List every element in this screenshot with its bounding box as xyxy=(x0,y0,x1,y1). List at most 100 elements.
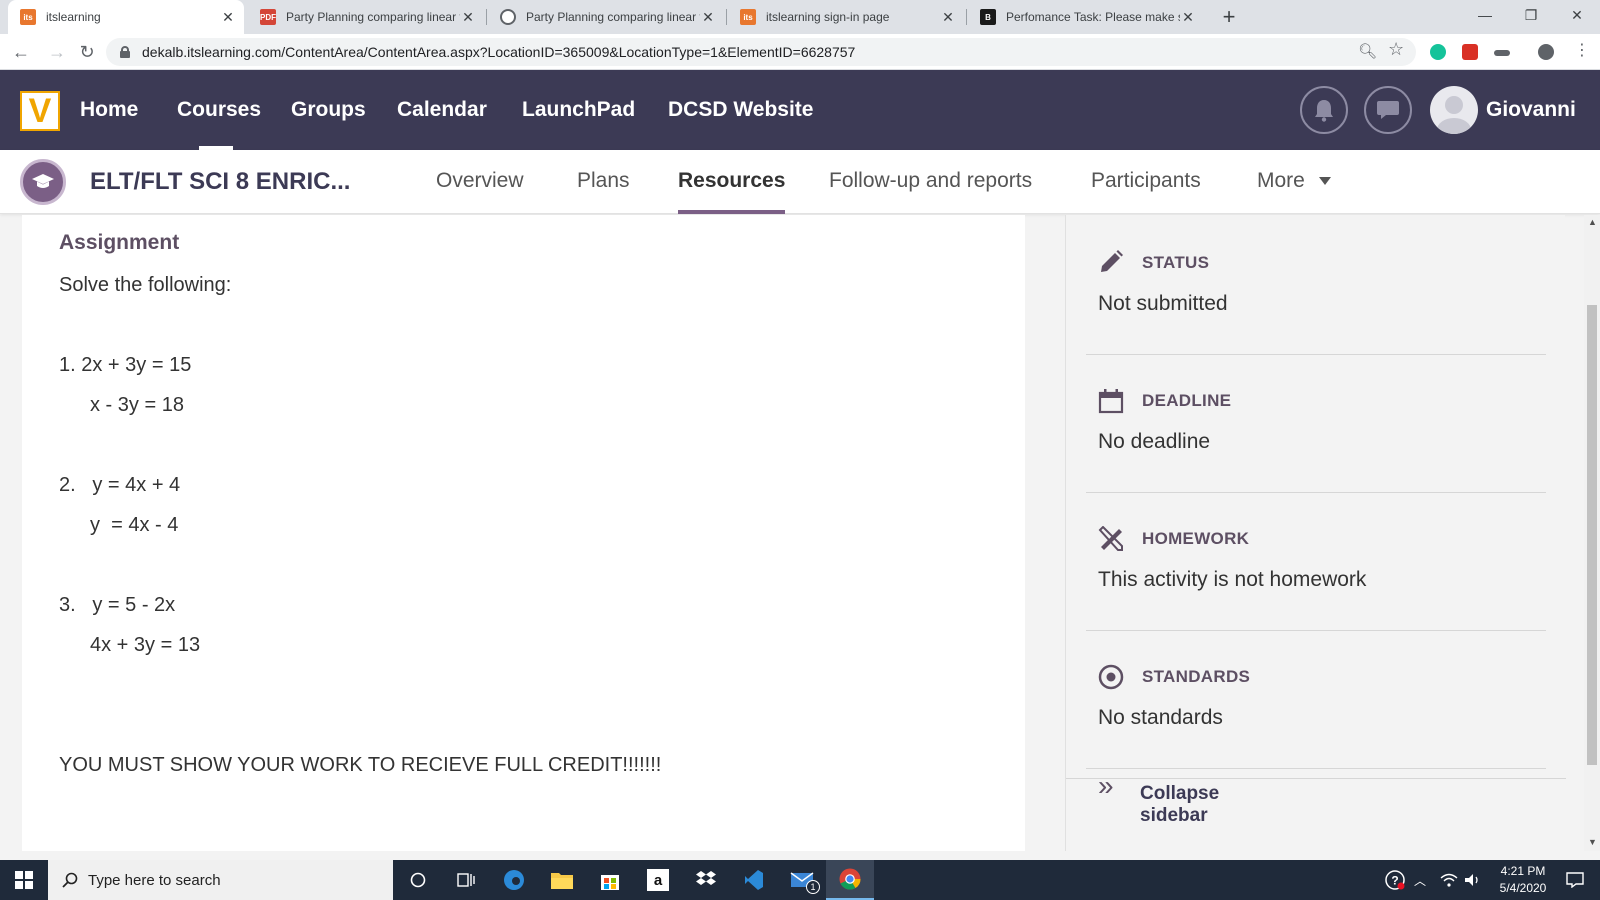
nav-calendar[interactable]: Calendar xyxy=(397,70,487,150)
nav-groups[interactable]: Groups xyxy=(291,70,366,150)
tab-plans[interactable]: Plans xyxy=(577,150,630,214)
minimize-button[interactable]: — xyxy=(1462,0,1508,30)
nav-home[interactable]: Home xyxy=(80,70,138,150)
course-icon[interactable] xyxy=(20,159,66,205)
close-icon[interactable]: ✕ xyxy=(220,9,236,26)
microsoft-store-icon[interactable] xyxy=(586,860,634,900)
notifications-button[interactable] xyxy=(1300,86,1348,134)
svg-text:a: a xyxy=(654,872,663,889)
nav-dcsd-website[interactable]: DCSD Website xyxy=(668,70,813,150)
edge-logo-icon xyxy=(504,870,524,890)
course-title[interactable]: ELT/FLT SCI 8 ENRIC... xyxy=(90,150,350,214)
new-tab-button[interactable]: + xyxy=(1216,4,1242,30)
scrollbar-thumb[interactable] xyxy=(1587,305,1597,765)
back-button[interactable]: ← xyxy=(8,39,34,65)
amazon-logo-icon: a xyxy=(647,869,669,891)
tab-title: Party Planning comparing linear f xyxy=(526,10,700,24)
close-icon[interactable]: ✕ xyxy=(940,9,956,26)
start-button[interactable] xyxy=(0,860,48,900)
nav-courses[interactable]: Courses xyxy=(177,70,261,150)
windows-logo-icon xyxy=(15,871,33,889)
help-tray-icon[interactable]: ? xyxy=(1384,860,1406,900)
clock-date: 5/4/2020 xyxy=(1499,881,1547,895)
profile-icon[interactable] xyxy=(1538,44,1554,60)
extension-icon[interactable] xyxy=(1462,44,1478,60)
its-favicon-icon: its xyxy=(740,9,756,25)
assignment-text-line: 4x + 3y = 13 xyxy=(90,634,201,656)
assignment-text-line: x - 3y = 18 xyxy=(90,394,184,416)
ruler-pencil-icon xyxy=(1098,526,1123,551)
volume-icon[interactable] xyxy=(1464,860,1482,900)
sidebar-divider xyxy=(1066,778,1566,779)
course-bar: ELT/FLT SCI 8 ENRIC... Overview Plans Re… xyxy=(0,150,1600,214)
visual-studio-code-icon[interactable] xyxy=(730,860,778,900)
scroll-down-arrow-icon[interactable]: ▼ xyxy=(1588,837,1597,847)
tab-overview[interactable]: Overview xyxy=(436,150,524,214)
browser-tab-globe[interactable]: Party Planning comparing linear f ✕ xyxy=(488,0,724,34)
browser-tab-brainly[interactable]: B Perfomance Task: Please make su ✕ xyxy=(968,0,1204,34)
deadline-value: No deadline xyxy=(1098,430,1211,453)
close-icon[interactable]: ✕ xyxy=(700,9,716,26)
tab-resources[interactable]: Resources xyxy=(678,150,786,214)
close-icon[interactable]: ✕ xyxy=(460,9,476,26)
tab-separator xyxy=(726,9,727,25)
dropbox-icon[interactable] xyxy=(682,860,730,900)
browser-tab-pdf[interactable]: PDF Party Planning comparing linear f ✕ xyxy=(248,0,484,34)
tab-title: Perfomance Task: Please make su xyxy=(1006,10,1180,24)
avatar[interactable] xyxy=(1430,86,1478,134)
deadline-section: DEADLINE No deadline xyxy=(1086,355,1546,493)
menu-kebab-icon[interactable]: ⋮ xyxy=(1574,40,1590,60)
bell-icon xyxy=(1315,100,1333,122)
task-view-icon[interactable] xyxy=(442,860,490,900)
assignment-text-line: 1. 2x + 3y = 15 xyxy=(59,354,192,376)
standards-label: STANDARDS xyxy=(1142,667,1251,686)
chrome-browser-icon[interactable] xyxy=(826,860,874,900)
reload-button[interactable]: ↻ xyxy=(74,39,100,65)
windows-taskbar: Type here to search a 1 ? ︿ 4:21 PM 5/4/… xyxy=(0,860,1600,900)
double-chevron-right-icon: » xyxy=(1098,770,1114,801)
restore-button[interactable]: ❐ xyxy=(1508,0,1554,30)
nav-launchpad[interactable]: LaunchPad xyxy=(522,70,635,150)
wifi-signal-icon xyxy=(1440,873,1458,887)
browser-toolbar: ← → ↻ dekalb.itslearning.com/ContentArea… xyxy=(0,34,1600,70)
show-hidden-icons-chevron-up-icon[interactable]: ︿ xyxy=(1414,860,1426,900)
extension-icon[interactable] xyxy=(1494,50,1510,56)
itslearning-logo[interactable]: V xyxy=(20,91,60,131)
assignment-text-line: 3. y = 5 - 2x xyxy=(59,594,176,616)
lock-icon xyxy=(120,46,130,58)
messages-button[interactable] xyxy=(1364,86,1412,134)
edge-browser-icon[interactable] xyxy=(490,860,538,900)
address-bar[interactable]: dekalb.itslearning.com/ContentArea/Conte… xyxy=(106,38,1416,66)
cortana-icon[interactable] xyxy=(394,860,442,900)
browser-tab-signin[interactable]: its itslearning sign-in page ✕ xyxy=(728,0,964,34)
taskbar-clock[interactable]: 4:21 PM 5/4/2020 xyxy=(1488,863,1558,897)
standards-value: No standards xyxy=(1098,706,1223,729)
standards-section: STANDARDS No standards xyxy=(1086,631,1546,769)
speaker-icon xyxy=(1465,874,1478,886)
browser-tab-itslearning[interactable]: its itslearning ✕ xyxy=(8,0,244,34)
bookmark-star-icon[interactable]: ☆ xyxy=(1388,39,1404,60)
tab-follow-up-and-reports[interactable]: Follow-up and reports xyxy=(829,150,1032,214)
assignment-text-line: Solve the following: xyxy=(59,274,232,296)
scroll-up-arrow-icon[interactable]: ▲ xyxy=(1588,217,1597,227)
username[interactable]: Giovanni xyxy=(1486,70,1576,150)
page-scrollbar[interactable]: ▲ ▼ xyxy=(1584,215,1600,851)
its-favicon-icon: its xyxy=(20,9,36,25)
forward-button[interactable]: → xyxy=(44,39,70,65)
close-window-button[interactable]: ✕ xyxy=(1554,0,1600,30)
wifi-icon[interactable] xyxy=(1440,860,1458,900)
file-explorer-icon[interactable] xyxy=(538,860,586,900)
tab-participants[interactable]: Participants xyxy=(1091,150,1201,214)
help-question-icon: ? xyxy=(1385,870,1405,890)
close-icon[interactable]: ✕ xyxy=(1180,9,1196,26)
tab-more[interactable]: More xyxy=(1257,150,1331,214)
action-center-icon[interactable] xyxy=(1566,860,1584,900)
mail-icon[interactable]: 1 xyxy=(778,860,826,900)
brainly-favicon-icon: B xyxy=(980,9,996,25)
grammarly-extension-icon[interactable] xyxy=(1430,44,1446,60)
taskbar-search-box[interactable]: Type here to search xyxy=(48,860,393,900)
zoom-icon[interactable]: 🔍︎ xyxy=(1358,42,1377,60)
amazon-icon[interactable]: a xyxy=(634,860,682,900)
homework-label: HOMEWORK xyxy=(1142,529,1250,548)
calendar-icon xyxy=(1098,389,1124,414)
